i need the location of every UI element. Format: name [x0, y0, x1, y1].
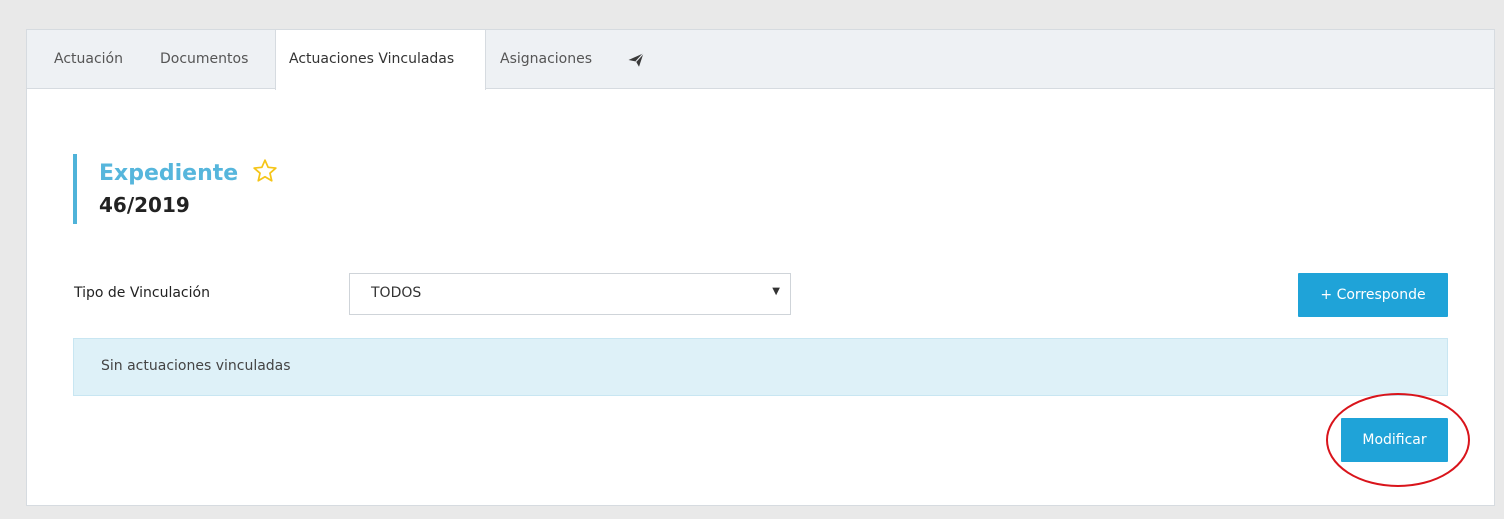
paper-plane-icon[interactable] [627, 51, 645, 69]
chevron-down-icon: ▼ [772, 286, 780, 297]
tab-bar: Actuación Documentos Actuaciones Vincula… [27, 30, 1494, 90]
tab-asignaciones[interactable]: Asignaciones [500, 30, 592, 89]
star-icon[interactable] [252, 158, 278, 184]
tipo-vinculacion-label: Tipo de Vinculación [74, 285, 210, 301]
expediente-number: 46/2019 [99, 193, 190, 217]
tab-actuacion[interactable]: Actuación [54, 30, 123, 89]
select-value: TODOS [371, 285, 422, 301]
expediente-label: Expediente [99, 161, 239, 186]
main-panel: Actuación Documentos Actuaciones Vincula… [26, 29, 1495, 506]
modificar-button[interactable]: Modificar [1341, 418, 1448, 462]
info-message: Sin actuaciones vinculadas [101, 358, 291, 374]
expediente-header: Expediente 46/2019 [73, 154, 278, 224]
tipo-vinculacion-select[interactable]: TODOS ▼ [349, 273, 791, 315]
tab-documentos[interactable]: Documentos [160, 30, 248, 89]
add-corresponde-button[interactable]: + Corresponde [1298, 273, 1448, 317]
tab-actuaciones-vinculadas[interactable]: Actuaciones Vinculadas [275, 30, 486, 90]
expediente-title-row: Expediente [99, 158, 278, 189]
info-alert: Sin actuaciones vinculadas [73, 338, 1448, 396]
